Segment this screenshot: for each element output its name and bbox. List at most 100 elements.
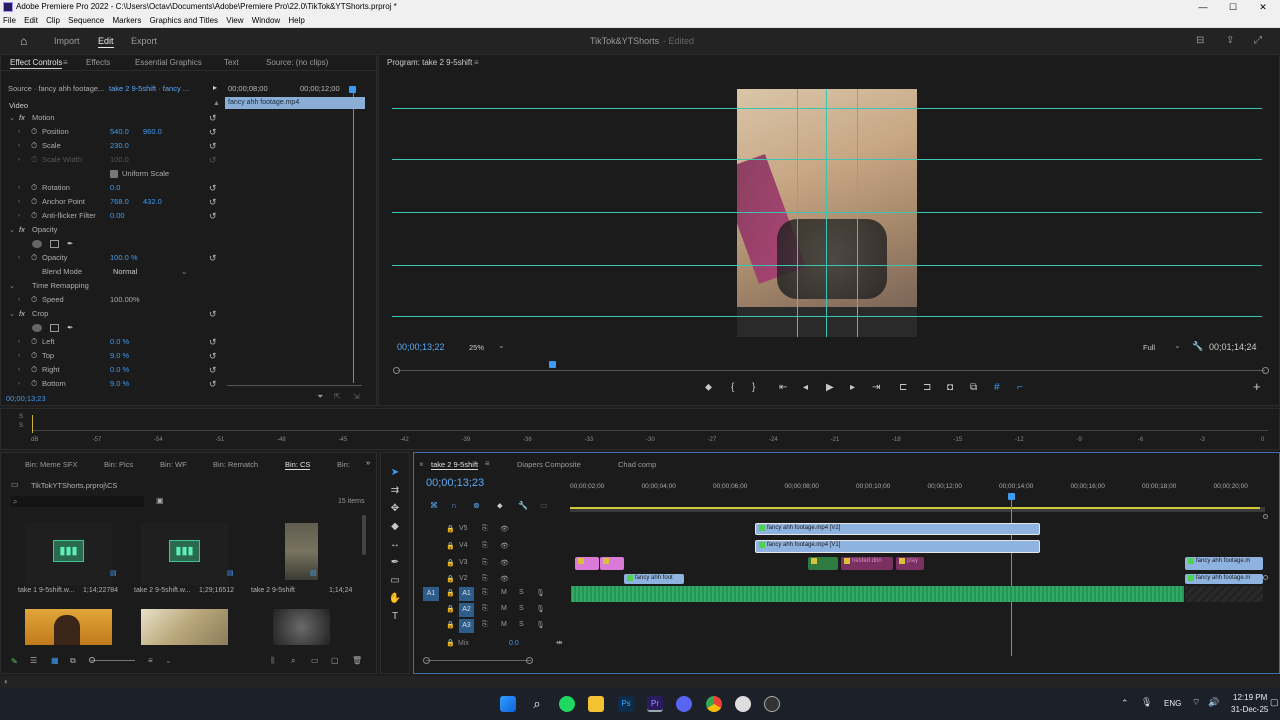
scale-value[interactable]: 230.0 <box>110 139 129 153</box>
reset-icon[interactable]: ↺ <box>209 181 217 195</box>
chevron-down-icon[interactable]: ⌄ <box>498 341 505 350</box>
sync-lock-icon[interactable]: ⎘ <box>482 605 488 613</box>
write-icon[interactable]: ✎ <box>11 657 18 666</box>
stopwatch-icon[interactable]: ⏱ <box>31 251 37 265</box>
automate-icon[interactable]: ⫼ <box>271 656 275 666</box>
crop-bottom-value[interactable]: 9.0 % <box>110 377 129 391</box>
twirl-icon[interactable]: › <box>18 335 20 349</box>
menu-help[interactable]: Help <box>285 14 307 28</box>
tab-import[interactable]: Import <box>54 28 80 54</box>
menu-view[interactable]: View <box>223 14 246 28</box>
lock-icon[interactable]: 🔒 <box>446 589 455 597</box>
slip-tool-icon[interactable]: ↔ <box>388 539 402 550</box>
obs-icon[interactable] <box>764 696 780 712</box>
crop-top-value[interactable]: 9.0 % <box>110 349 129 363</box>
flicker-value[interactable]: 0.00 <box>110 209 125 223</box>
blend-select[interactable]: Normal <box>113 265 189 279</box>
twirl-icon[interactable]: › <box>18 139 20 153</box>
microphone-icon[interactable]: 🎙 <box>536 621 545 629</box>
fx-icon[interactable]: fx <box>19 307 25 321</box>
tab-sequence-take2[interactable]: take 2 9-5shift <box>431 460 479 470</box>
stopwatch-icon[interactable]: ⏱ <box>31 363 37 377</box>
track-select-icon[interactable]: ⇉ <box>388 485 402 496</box>
reset-icon[interactable]: ↺ <box>209 363 217 377</box>
button-editor-icon[interactable]: + <box>1253 379 1261 394</box>
minimize-button[interactable]: — <box>1188 0 1218 14</box>
tab-text[interactable]: Text <box>224 55 239 71</box>
track-label-a2[interactable]: A2 <box>459 603 474 617</box>
snap-guides-icon[interactable]: ⌐ <box>1017 382 1023 393</box>
audio-thumbnail[interactable]: ▮▮▮ <box>25 523 112 585</box>
close-icon[interactable]: × <box>419 460 424 469</box>
export-frame-icon[interactable]: ⇱ <box>334 392 341 401</box>
scrub-end-handle[interactable] <box>1262 367 1269 374</box>
reset-icon[interactable]: ↺ <box>209 349 217 363</box>
new-item-icon[interactable]: ▢ <box>331 656 339 665</box>
tab-chad-comp[interactable]: Chad comp <box>618 460 656 469</box>
chrome-icon[interactable] <box>706 696 722 712</box>
reset-icon[interactable]: ↺ <box>209 111 217 125</box>
premiere-icon[interactable]: Pr <box>647 696 663 712</box>
razor-tool-icon[interactable]: ◆ <box>388 521 402 532</box>
chevron-right-icon[interactable]: » <box>366 458 370 467</box>
v-scroll-handle[interactable] <box>1263 575 1268 580</box>
v-scroll-handle[interactable] <box>1263 514 1268 519</box>
timeline-zoom-scroll[interactable] <box>426 660 531 661</box>
export-icon[interactable]: ⇲ <box>353 392 360 401</box>
play-only-audio-icon[interactable]: ▸ <box>213 83 217 92</box>
chevron-up-icon[interactable]: ⌃ <box>1121 698 1129 709</box>
twirl-icon[interactable]: › <box>18 125 20 139</box>
lock-icon[interactable]: 🔒 <box>446 639 455 647</box>
audio-thumbnail[interactable]: ▮▮▮ <box>141 523 228 585</box>
home-icon[interactable]: ⌂ <box>20 28 27 54</box>
tab-diapers-composite[interactable]: Diapers Composite <box>517 460 581 469</box>
quality-select[interactable]: Full <box>1143 343 1155 352</box>
menu-sequence[interactable]: Sequence <box>65 14 107 28</box>
pen-tool-icon[interactable]: ✒ <box>388 557 402 568</box>
solo-button[interactable]: S <box>519 621 524 628</box>
expand-icon[interactable]: ⌄ <box>9 223 15 237</box>
position-y-value[interactable]: 960.0 <box>143 125 162 139</box>
bin-tab-pics[interactable]: Bin: Pics <box>104 460 133 469</box>
menu-edit[interactable]: Edit <box>21 14 41 28</box>
lock-icon[interactable]: 🔒 <box>446 559 455 567</box>
captions-icon[interactable]: ▭ <box>540 501 548 510</box>
menu-window[interactable]: Window <box>249 14 283 28</box>
scrub-start-handle[interactable] <box>393 367 400 374</box>
step-back-icon[interactable]: ◂ <box>803 382 808 393</box>
selection-tool-icon[interactable]: ➤ <box>388 467 402 478</box>
search-icon[interactable]: ⌕ <box>529 696 545 712</box>
scroll-handle[interactable] <box>423 657 430 664</box>
image-thumbnail[interactable] <box>141 609 228 645</box>
discord-icon[interactable] <box>676 696 692 712</box>
wrench-icon[interactable]: 🔧 <box>1192 341 1203 352</box>
menu-graphics[interactable]: Graphics and Titles <box>147 14 221 28</box>
rotation-value[interactable]: 0.0 <box>110 181 120 195</box>
lock-icon[interactable]: 🔒 <box>446 605 455 613</box>
add-marker-icon[interactable]: ⬥ <box>497 501 503 511</box>
tab-edit[interactable]: Edit <box>98 28 114 54</box>
zoom-slider-handle[interactable] <box>89 657 95 663</box>
stopwatch-icon[interactable]: ⏱ <box>31 209 37 223</box>
ec-timecode[interactable]: 00;00;13;23 <box>6 394 46 403</box>
image-thumbnail[interactable] <box>25 609 112 645</box>
clock-time[interactable]: 12:19 PM <box>1233 693 1267 702</box>
list-view-icon[interactable]: ☰ <box>30 656 37 665</box>
rect-mask-icon[interactable] <box>50 240 59 248</box>
twirl-icon[interactable]: › <box>18 195 20 209</box>
eye-icon[interactable]: 👁 <box>500 542 509 550</box>
clip-v5[interactable]: fancy ahh footage.mp4 [V2] <box>755 523 1040 535</box>
lock-icon[interactable]: 🔒 <box>446 575 455 583</box>
find-icon[interactable]: ⌕ <box>291 656 295 666</box>
bin-tab-meme-sfx[interactable]: Bin: Meme SFX <box>25 460 78 469</box>
crop-right-value[interactable]: 0.0 % <box>110 363 129 377</box>
clock-date[interactable]: 31-Dec-25 <box>1231 705 1268 714</box>
sync-lock-icon[interactable]: ⎘ <box>482 575 488 583</box>
reset-icon[interactable]: ↺ <box>209 335 217 349</box>
bin-tab-cs[interactable]: Bin: CS <box>285 460 311 470</box>
wifi-icon[interactable]: ⌔ <box>1192 697 1200 708</box>
notification-icon[interactable]: ▢ <box>1270 697 1279 708</box>
panel-menu-icon[interactable]: ≡ <box>474 55 479 71</box>
solo-button[interactable]: S <box>519 589 524 596</box>
ec-playhead[interactable] <box>349 86 356 93</box>
